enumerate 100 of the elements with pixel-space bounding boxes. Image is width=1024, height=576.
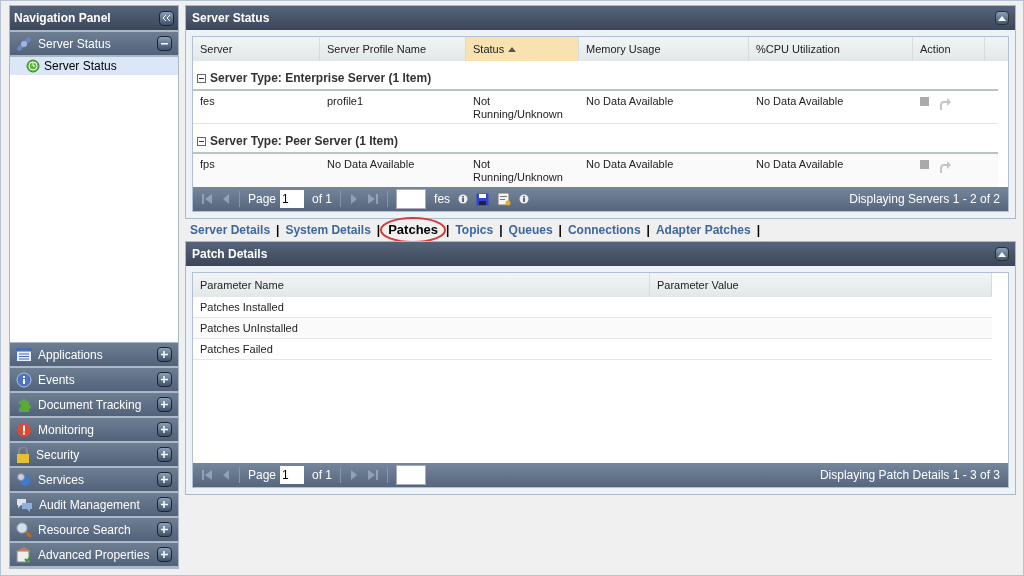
info-icon[interactable] [519, 194, 530, 204]
panel-title: Server Status [192, 10, 270, 27]
collapse-button[interactable] [157, 36, 172, 51]
plus-icon [160, 500, 169, 509]
clock-icon [26, 59, 40, 73]
tab-separator: | [756, 222, 760, 239]
plus-icon [160, 525, 169, 534]
info-icon[interactable] [458, 194, 469, 204]
table-cell: No Data Available [756, 158, 844, 170]
table-cell: profile1 [327, 95, 364, 107]
page-count: of 1 [312, 191, 333, 208]
plus-icon [160, 375, 169, 384]
expand-button[interactable] [157, 347, 172, 362]
table-cell: Not Running/Unknown [473, 158, 563, 183]
accordion-header[interactable]: Security [10, 443, 178, 468]
page-count: of 1 [312, 467, 333, 484]
column-label: Parameter Value [657, 277, 739, 293]
group-title: Server Type: Peer Server (1 Item) [210, 133, 398, 150]
magnifier-icon [16, 521, 32, 538]
detail-tab-link[interactable]: Queues [508, 221, 553, 239]
detail-tab-link[interactable]: Adapter Patches [655, 221, 751, 239]
accordion-header[interactable]: Monitoring [10, 418, 178, 443]
plus-icon [160, 350, 169, 359]
tab-separator: | [499, 222, 503, 239]
column-header[interactable]: Memory Usage [579, 37, 749, 61]
table-row[interactable]: Patches UnInstalled [193, 318, 992, 339]
accordion-label: Applications [38, 346, 103, 364]
column-label: Parameter Name [200, 277, 284, 293]
page-field[interactable]: 1 [280, 466, 305, 484]
expand-button[interactable] [157, 372, 172, 387]
report-icon[interactable] [497, 192, 512, 206]
column-header[interactable]: %CPU Utilization [749, 37, 913, 61]
sort-ascending-icon [508, 46, 517, 52]
accordion-label: Document Tracking [38, 396, 142, 414]
checklist-icon [16, 546, 32, 563]
column-label: Server [200, 41, 233, 57]
filter-label: fes [434, 191, 451, 208]
table-cell: No Data Available [756, 95, 844, 107]
collapse-button[interactable] [995, 247, 1009, 261]
page-label: Page [248, 467, 277, 484]
column-header[interactable]: Status [466, 37, 579, 61]
table-cell-text: Patches UnInstalled [199, 320, 299, 336]
save-icon[interactable] [476, 192, 490, 206]
double-chevron-icon [162, 14, 171, 22]
accordion-header[interactable]: Document Tracking [10, 393, 178, 418]
filter-field[interactable] [396, 465, 427, 485]
tab-separator: | [558, 222, 562, 239]
accordion-header[interactable]: Events [10, 368, 178, 393]
accordion-label: Events [38, 371, 75, 389]
detail-tab-link[interactable]: Topics [455, 221, 494, 239]
expand-button[interactable] [157, 472, 172, 487]
warning-icon [16, 421, 32, 438]
table-cell: No Data Available [327, 158, 415, 170]
expand-button[interactable] [157, 447, 172, 462]
accordion-label: Advanced Properties [38, 546, 150, 564]
accordion-header[interactable]: Services [10, 468, 178, 493]
expand-button[interactable] [157, 497, 172, 512]
accordion-label: Audit Management [39, 496, 140, 514]
collapse-panel-button[interactable] [159, 10, 174, 26]
tab-separator: | [276, 222, 280, 239]
accordion-header[interactable]: Audit Management [10, 493, 178, 518]
filter-field[interactable] [396, 189, 427, 209]
expand-button[interactable] [157, 547, 172, 562]
accordion-label: Security [36, 446, 80, 464]
column-header[interactable]: Server [193, 37, 320, 61]
tab-separator: | [646, 222, 650, 239]
accordion-label: Resource Search [38, 521, 131, 539]
collapse-icon[interactable] [197, 73, 206, 83]
list-icon [16, 347, 32, 362]
accordion-label: Services [38, 471, 84, 489]
expand-button[interactable] [157, 397, 172, 412]
tree-item[interactable]: Server Status [10, 57, 178, 75]
page-field[interactable]: 1 [280, 190, 305, 208]
detail-tab-link[interactable]: System Details [285, 221, 371, 239]
collapse-icon[interactable] [197, 136, 206, 146]
column-label: Status [473, 41, 505, 57]
column-header[interactable]: Action [913, 37, 985, 61]
detail-tab-link[interactable]: Server Details [190, 221, 271, 239]
expand-button[interactable] [157, 422, 172, 437]
collapse-button[interactable] [995, 11, 1009, 25]
column-label: Action [920, 41, 951, 57]
accordion-header[interactable]: Resource Search [10, 518, 178, 543]
lock-icon [16, 446, 30, 463]
accordion-header[interactable]: Applications [10, 343, 178, 368]
tab-separator: | [376, 222, 381, 239]
detail-tab-link[interactable]: Connections [567, 221, 641, 239]
display-summary: Displaying Patch Details 1 - 3 of 3 [819, 467, 1000, 484]
tab-separator: | [446, 222, 450, 239]
table-cell: fps [200, 158, 215, 170]
puzzle-icon [16, 396, 32, 413]
plus-icon [160, 475, 169, 484]
display-summary: Displaying Servers 1 - 2 of 2 [849, 191, 1000, 208]
expand-button[interactable] [157, 522, 172, 537]
table-cell: No Data Available [586, 158, 674, 170]
accordion-header[interactable]: Advanced Properties [10, 543, 178, 568]
plus-icon [160, 450, 169, 459]
panel-title: Patch Details [192, 246, 268, 263]
accordion-header[interactable]: Server Status [10, 32, 178, 57]
table-cell-text: Patches Failed [199, 341, 274, 357]
accordion-label: Monitoring [38, 421, 95, 439]
